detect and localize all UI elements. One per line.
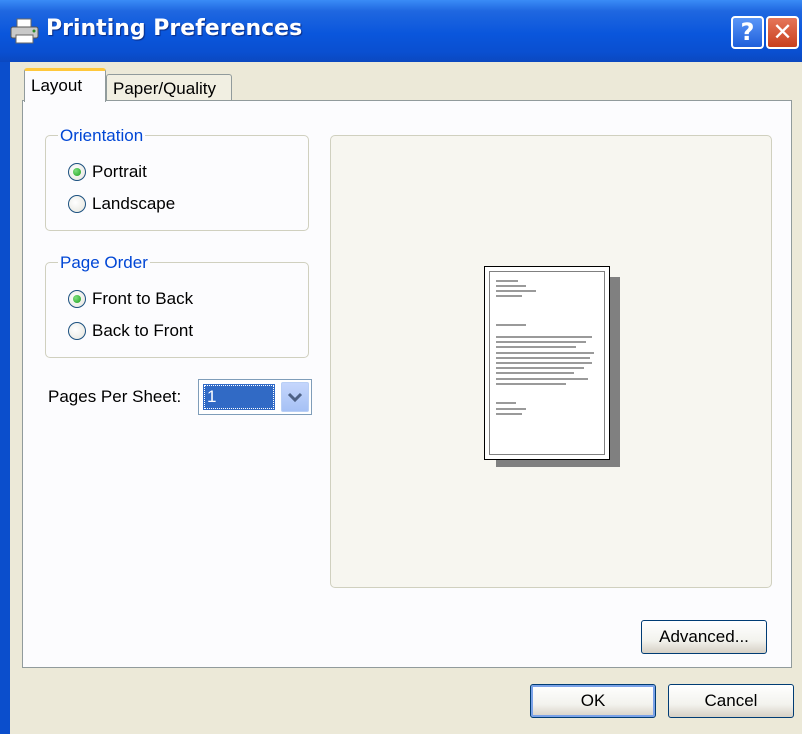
- chevron-down-icon: [287, 392, 303, 403]
- printing-preferences-window: Printing Preferences ? ✕ Layout Paper/Qu…: [0, 0, 802, 734]
- preview-text-line: [496, 357, 590, 359]
- radio-portrait[interactable]: Portrait: [68, 162, 147, 182]
- radio-button[interactable]: [68, 322, 86, 340]
- preview-text-line: [496, 413, 522, 415]
- title-bar[interactable]: Printing Preferences ? ✕: [0, 0, 802, 62]
- page-preview-icon: [484, 266, 610, 460]
- radio-button-checked[interactable]: [68, 290, 86, 308]
- help-button[interactable]: ?: [731, 16, 764, 49]
- radio-button[interactable]: [68, 195, 86, 213]
- preview-text-line: [496, 352, 594, 354]
- printer-icon: [10, 18, 39, 44]
- radio-landscape[interactable]: Landscape: [68, 194, 175, 214]
- radio-button-checked[interactable]: [68, 163, 86, 181]
- combobox-selected-value[interactable]: 1: [203, 384, 275, 410]
- ok-button[interactable]: OK: [530, 684, 656, 718]
- orientation-legend: Orientation: [58, 126, 146, 146]
- radio-label-landscape: Landscape: [92, 194, 176, 213]
- preview-text-line: [496, 285, 526, 287]
- preview-text-line: [496, 324, 526, 326]
- pages-per-sheet-label: Pages Per Sheet:: [48, 387, 182, 406]
- radio-front-to-back[interactable]: Front to Back: [68, 289, 193, 309]
- preview-text-line: [496, 378, 588, 380]
- page-order-legend: Page Order: [58, 253, 150, 273]
- radio-label-portrait: Portrait: [92, 162, 147, 181]
- combobox-dropdown-button[interactable]: [281, 382, 309, 412]
- preview-text-line: [496, 372, 574, 374]
- preview-text-line: [496, 383, 566, 385]
- preview-text-line: [496, 336, 592, 338]
- pages-per-sheet-combobox[interactable]: 1: [198, 379, 312, 415]
- radio-label-front-to-back: Front to Back: [92, 289, 194, 308]
- advanced-button[interactable]: Advanced...: [641, 620, 767, 654]
- preview-text-line: [496, 367, 584, 369]
- preview-text-line: [496, 362, 592, 364]
- preview-text-line: [496, 280, 518, 282]
- preview-text-line: [496, 290, 536, 292]
- cancel-button[interactable]: Cancel: [668, 684, 794, 718]
- tab-paper-quality[interactable]: Paper/Quality: [106, 74, 232, 102]
- preview-text-line: [496, 408, 526, 410]
- radio-back-to-front[interactable]: Back to Front: [68, 321, 193, 341]
- orientation-group: [45, 135, 309, 231]
- window-title: Printing Preferences: [46, 16, 303, 41]
- preview-text-line: [496, 346, 576, 348]
- page-order-group: [45, 262, 309, 358]
- preview-text-line: [496, 402, 516, 404]
- radio-label-back-to-front: Back to Front: [92, 321, 194, 340]
- preview-text-line: [496, 295, 522, 297]
- tab-layout[interactable]: Layout: [24, 68, 106, 102]
- preview-text-line: [496, 341, 586, 343]
- close-button[interactable]: ✕: [766, 16, 799, 49]
- page-preview-border: [489, 271, 605, 455]
- window-frame-left: [0, 62, 10, 734]
